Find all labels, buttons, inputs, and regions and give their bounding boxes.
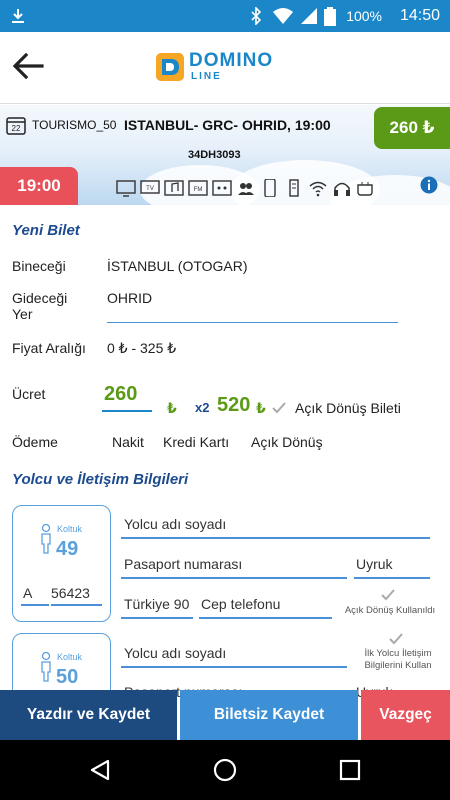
passport-underline (121, 577, 347, 579)
clock: 14:50 (399, 7, 440, 24)
passenger-name-underline (121, 666, 347, 668)
price-range-value: 0 ₺ - 325 ₺ (107, 340, 177, 356)
fare-input[interactable]: 260 (104, 383, 137, 406)
trip-price-badge: 260 ₺ (374, 107, 450, 149)
info-icon[interactable] (420, 176, 438, 194)
download-icon (12, 9, 24, 23)
nav-back-icon[interactable] (88, 758, 112, 782)
departure-time-badge: 19:00 (0, 167, 78, 205)
passenger-name-underline (121, 537, 430, 539)
boarding-label: Bineceği (12, 258, 66, 274)
passenger-name-input[interactable]: Yolcu adı soyadı (124, 516, 226, 532)
tv-icon (116, 180, 136, 197)
phone-icon (264, 179, 276, 197)
logo-mark-icon (156, 53, 184, 81)
fare-underline (102, 410, 152, 412)
open-return-used-label: Açık Dönüş Kullanıldı (344, 605, 436, 616)
passenger-code-underline (51, 604, 102, 606)
nationality-input[interactable]: Uyruk (356, 556, 393, 572)
status-bar: 100% 14:50 (0, 0, 450, 32)
passenger-card: Koltuk 49 A 56423 (12, 505, 111, 622)
gender-underline (21, 604, 49, 606)
destination-label-line2: Yer (12, 306, 33, 322)
passport-input[interactable]: Pasaport numarası (124, 556, 242, 572)
open-return-checkbox-icon[interactable] (271, 401, 287, 415)
fare-currency: ₺ (167, 400, 177, 416)
svg-text:TV: TV (146, 186, 154, 192)
svg-text:FM: FM (194, 187, 203, 193)
boarding-value[interactable]: İSTANBUL (OTOGAR) (107, 258, 248, 274)
nationality-underline (354, 577, 430, 579)
nav-recents-icon[interactable] (339, 759, 361, 781)
back-arrow-icon[interactable] (8, 46, 48, 86)
domino-line-logo: DOMINO LINE (155, 50, 295, 86)
gender-field[interactable]: A (23, 585, 32, 601)
tv-icon: TV (140, 180, 160, 194)
logo-subtext: LINE (191, 71, 222, 82)
bus-name: TOURISMO_50 (32, 118, 117, 132)
trip-route: ISTANBUL- GRC- OHRID, 19:00 (124, 117, 331, 133)
open-return-used-check-icon[interactable] (380, 588, 396, 602)
passenger-multiplier: x2 (195, 400, 210, 415)
nav-home-icon[interactable] (213, 758, 237, 782)
svg-text:22: 22 (12, 124, 21, 133)
payment-label: Ödeme (12, 434, 58, 450)
headphones-icon (334, 182, 350, 196)
fare-label: Ücret (12, 386, 46, 402)
seat-number: 50 (56, 666, 79, 688)
person-icon (41, 652, 51, 682)
calendar-icon: 22 (6, 117, 26, 135)
person-icon (41, 524, 51, 554)
trip-banner: 22 TOURISMO_50 ISTANBUL- GRC- OHRID, 19:… (0, 105, 450, 205)
bus-plate: 34DH3093 (188, 149, 241, 161)
new-ticket-title: Yeni Bilet (12, 222, 80, 239)
total-price: 520 (217, 394, 251, 416)
payment-option-open-return[interactable]: Açık Dönüş (251, 434, 323, 450)
country-code-field[interactable]: Türkiye 90 (124, 596, 189, 612)
music-icon (164, 180, 184, 196)
battery-percent: 100% (346, 8, 382, 24)
price-range-label: Fiyat Aralığı (12, 340, 86, 356)
wifi-signal-icon (273, 8, 293, 24)
seat-label: Koltuk (57, 524, 83, 534)
logo-text: DOMINO (189, 50, 274, 71)
payment-option-credit-card[interactable]: Kredi Kartı (163, 434, 229, 450)
cancel-button[interactable]: Vazgeç (361, 690, 450, 740)
use-first-contact-label: İlk Yolcu İletişim (364, 648, 432, 659)
seat-label: Koltuk (57, 652, 83, 662)
socket-icon (212, 180, 232, 196)
usb-icon (289, 179, 299, 197)
country-code-underline (121, 617, 193, 619)
destination-underline (107, 322, 398, 323)
passenger-code-field[interactable]: 56423 (51, 585, 90, 601)
phone-underline (199, 617, 332, 619)
seat-number: 49 (56, 538, 79, 560)
system-nav-bar (0, 740, 450, 800)
phone-input[interactable]: Cep telefonu (201, 596, 280, 612)
bluetooth-icon (251, 7, 262, 25)
destination-value[interactable]: OHRID (107, 290, 152, 306)
amenities-row: TV FM (116, 179, 376, 199)
passenger-section-title: Yolcu ve İletişim Bilgileri (12, 471, 189, 488)
payment-option-cash[interactable]: Nakit (112, 434, 144, 450)
battery-icon (324, 7, 336, 26)
passenger-name-input[interactable]: Yolcu adı soyadı (124, 645, 226, 661)
destination-label: Gideceği (12, 290, 68, 306)
print-and-save-button[interactable]: Yazdır ve Kaydet (0, 690, 177, 740)
cell-signal-icon (301, 8, 317, 24)
open-return-label[interactable]: Açık Dönüş Bileti (295, 400, 401, 416)
fm-radio-icon: FM (188, 180, 208, 196)
cup-icon (357, 182, 373, 196)
wifi-icon (309, 181, 327, 197)
save-without-ticket-button[interactable]: Biletsiz Kaydet (180, 690, 358, 740)
use-first-contact-check-icon[interactable] (388, 632, 404, 646)
total-currency: ₺ (256, 400, 266, 416)
group-icon (238, 183, 254, 195)
app-bar: DOMINO LINE (0, 32, 450, 104)
use-first-contact-label-line2: Bilgilerini Kullan (364, 660, 432, 671)
